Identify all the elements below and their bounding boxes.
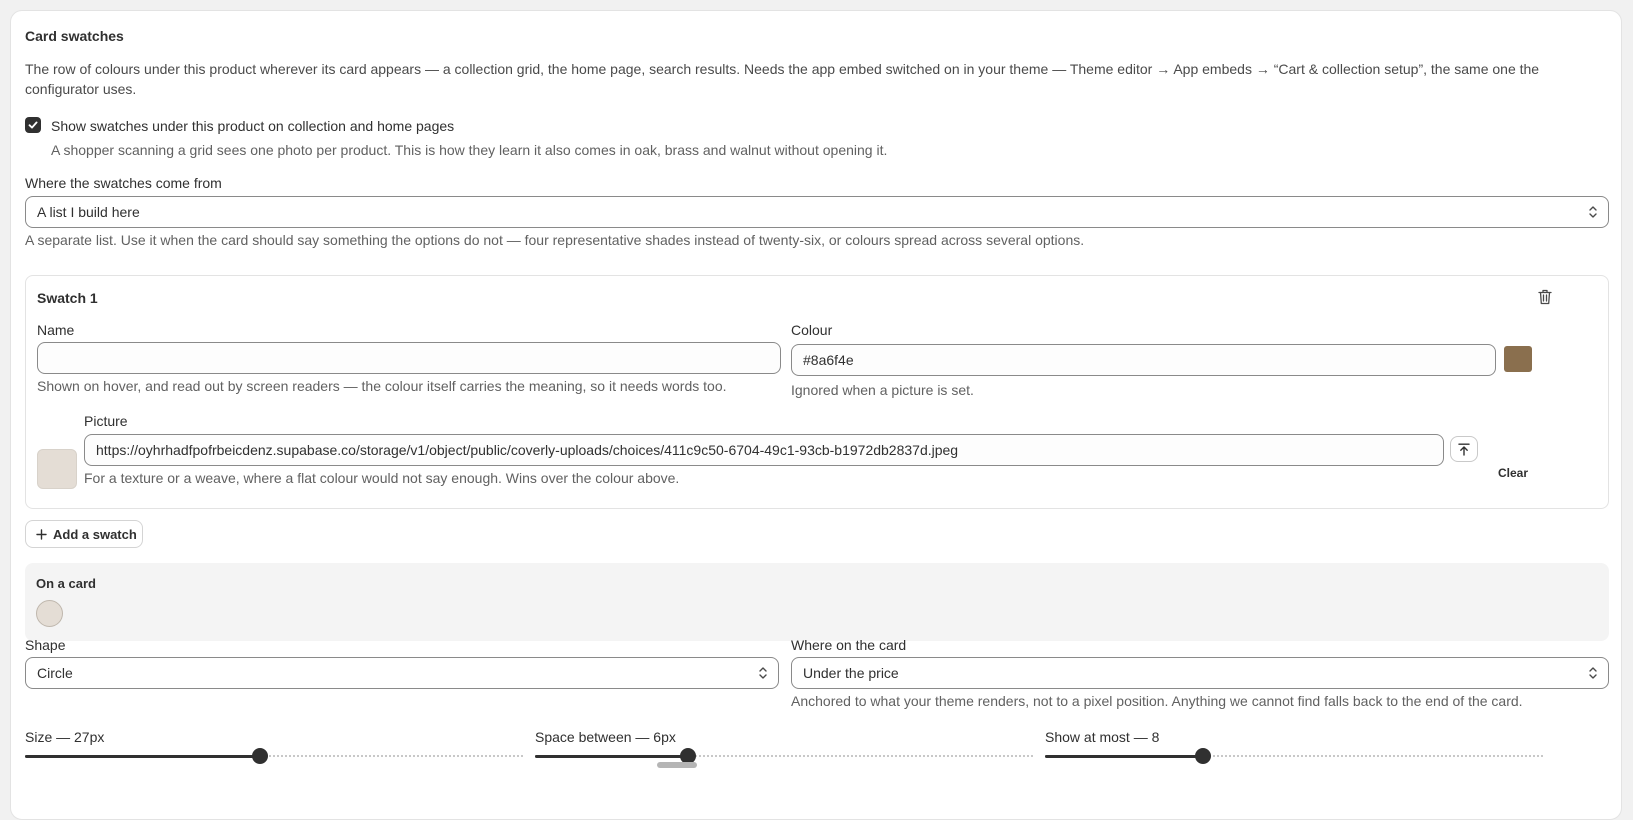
name-help: Shown on hover, and read out by screen r… <box>37 378 727 394</box>
card-swatches-panel: Card swatches The row of colours under t… <box>10 10 1622 820</box>
colour-input[interactable]: #8a6f4e <box>791 344 1496 376</box>
space-slider-label: Space between — 6px <box>535 729 676 745</box>
upload-picture-button[interactable] <box>1450 436 1478 462</box>
shape-select[interactable]: Circle <box>25 657 779 689</box>
picture-thumbnail <box>37 449 77 489</box>
swatch-editor: Swatch 1 Name Shown on hover, and read o… <box>25 275 1609 509</box>
picture-url-input[interactable]: https://oyhrhadfpofrbeicdenz.supabase.co… <box>84 434 1444 466</box>
max-slider-knob[interactable] <box>1195 748 1211 764</box>
name-input[interactable] <box>37 342 781 374</box>
colour-label: Colour <box>791 322 833 338</box>
select-chevron-icon <box>1589 206 1597 218</box>
select-chevron-icon <box>759 667 767 679</box>
position-select[interactable]: Under the price <box>791 657 1609 689</box>
colour-help: Ignored when a picture is set. <box>791 382 974 398</box>
source-label: Where the swatches come from <box>25 175 222 191</box>
add-swatch-label: Add a swatch <box>53 526 137 542</box>
picture-label: Picture <box>84 413 128 429</box>
trash-icon[interactable] <box>1538 289 1552 305</box>
position-help: Anchored to what your theme renders, not… <box>791 693 1523 709</box>
picture-help: For a texture or a weave, where a flat c… <box>84 470 680 486</box>
section-description: The row of colours under this product wh… <box>25 61 1540 97</box>
show-swatches-help: A shopper scanning a grid sees one photo… <box>51 142 888 158</box>
preview-title: On a card <box>36 576 96 591</box>
preview-swatch-dot <box>36 600 63 627</box>
check-icon <box>28 121 38 129</box>
section-title: Card swatches <box>25 28 124 44</box>
card-preview: On a card <box>25 563 1609 641</box>
swatch-title: Swatch 1 <box>37 290 98 306</box>
position-label: Where on the card <box>791 637 907 653</box>
clear-picture-button[interactable]: Clear <box>1498 466 1528 480</box>
shape-select-value: Circle <box>37 665 73 681</box>
max-slider-label: Show at most — 8 <box>1045 729 1160 745</box>
size-slider-knob[interactable] <box>252 748 268 764</box>
size-slider[interactable] <box>25 748 525 764</box>
show-swatches-label[interactable]: Show swatches under this product on coll… <box>51 117 454 135</box>
show-swatches-checkbox[interactable] <box>25 117 41 133</box>
position-select-value: Under the price <box>803 665 899 681</box>
max-slider-fill <box>1045 755 1203 758</box>
shape-label: Shape <box>25 637 66 653</box>
plus-icon <box>36 528 47 540</box>
add-swatch-button[interactable]: Add a swatch <box>25 520 143 548</box>
size-slider-fill <box>25 755 260 758</box>
upload-icon <box>1458 443 1470 456</box>
size-slider-label: Size — 27px <box>25 729 105 745</box>
space-slider[interactable] <box>535 748 1035 764</box>
source-select[interactable]: A list I build here <box>25 196 1609 228</box>
scroll-indicator[interactable] <box>657 762 697 768</box>
max-slider[interactable] <box>1045 748 1545 764</box>
name-label: Name <box>37 322 75 338</box>
colour-preview-chip[interactable] <box>1504 346 1532 372</box>
source-help: A separate list. Use it when the card sh… <box>25 232 1085 248</box>
space-slider-fill <box>535 755 688 758</box>
source-select-value: A list I build here <box>37 204 140 220</box>
select-chevron-icon <box>1589 667 1597 679</box>
